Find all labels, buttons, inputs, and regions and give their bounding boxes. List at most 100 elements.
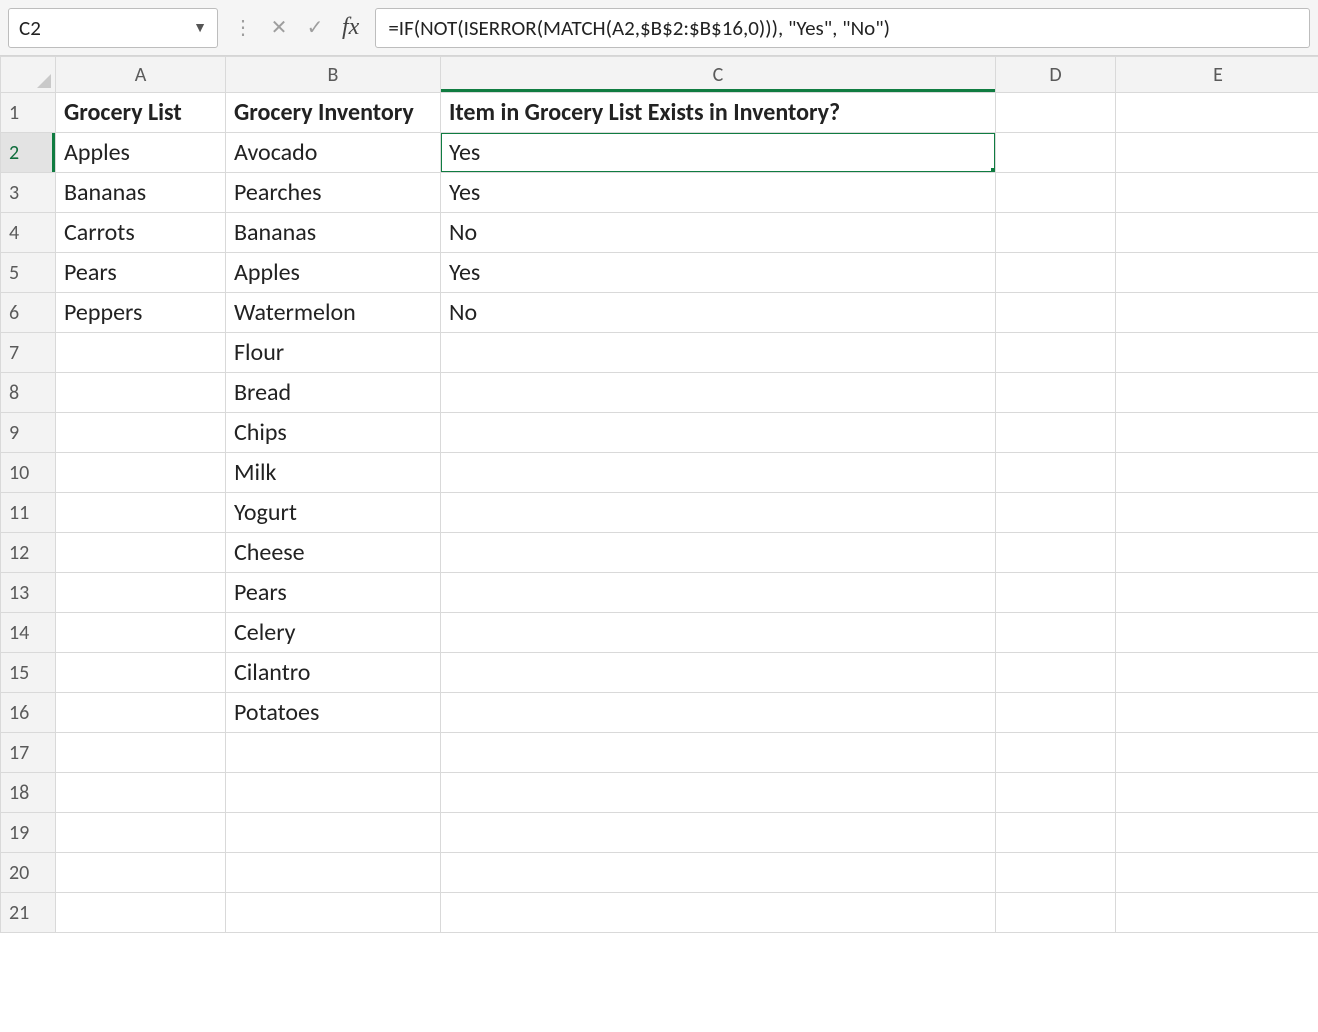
row-header-8[interactable]: 8 bbox=[1, 373, 56, 413]
row-header-18[interactable]: 18 bbox=[1, 773, 56, 813]
cell-B11[interactable]: Yogurt bbox=[226, 493, 441, 533]
row-header-1[interactable]: 1 bbox=[1, 93, 56, 133]
cell-B5[interactable]: Apples bbox=[226, 253, 441, 293]
cell-D1[interactable] bbox=[996, 93, 1116, 133]
grid[interactable]: A B C D E 1Grocery ListGrocery Inventory… bbox=[0, 56, 1318, 933]
cell-C2[interactable]: Yes bbox=[441, 133, 996, 173]
cell-C4[interactable]: No bbox=[441, 213, 996, 253]
cell-A7[interactable] bbox=[56, 333, 226, 373]
cell-E16[interactable] bbox=[1116, 693, 1318, 733]
cell-B6[interactable]: Watermelon bbox=[226, 293, 441, 333]
cell-B9[interactable]: Chips bbox=[226, 413, 441, 453]
cell-A10[interactable] bbox=[56, 453, 226, 493]
cell-B7[interactable]: Flour bbox=[226, 333, 441, 373]
cell-D5[interactable] bbox=[996, 253, 1116, 293]
formula-input[interactable]: =IF(NOT(ISERROR(MATCH(A2,$B$2:$B$16,0)))… bbox=[375, 8, 1310, 48]
cell-C6[interactable]: No bbox=[441, 293, 996, 333]
row-header-13[interactable]: 13 bbox=[1, 573, 56, 613]
cell-D4[interactable] bbox=[996, 213, 1116, 253]
cell-A13[interactable] bbox=[56, 573, 226, 613]
cell-E8[interactable] bbox=[1116, 373, 1318, 413]
cell-E14[interactable] bbox=[1116, 613, 1318, 653]
cell-C14[interactable] bbox=[441, 613, 996, 653]
cell-D13[interactable] bbox=[996, 573, 1116, 613]
cell-B2[interactable]: Avocado bbox=[226, 133, 441, 173]
cell-B14[interactable]: Celery bbox=[226, 613, 441, 653]
select-all-corner[interactable] bbox=[1, 57, 56, 93]
cell-C15[interactable] bbox=[441, 653, 996, 693]
cell-E19[interactable] bbox=[1116, 813, 1318, 853]
insert-function-button[interactable]: fx bbox=[338, 14, 363, 41]
cell-C3[interactable]: Yes bbox=[441, 173, 996, 213]
cell-C21[interactable] bbox=[441, 893, 996, 933]
cell-B15[interactable]: Cilantro bbox=[226, 653, 441, 693]
column-header-B[interactable]: B bbox=[226, 57, 441, 93]
cell-B10[interactable]: Milk bbox=[226, 453, 441, 493]
cell-A12[interactable] bbox=[56, 533, 226, 573]
cell-A6[interactable]: Peppers bbox=[56, 293, 226, 333]
cell-D6[interactable] bbox=[996, 293, 1116, 333]
row-header-14[interactable]: 14 bbox=[1, 613, 56, 653]
row-header-10[interactable]: 10 bbox=[1, 453, 56, 493]
row-header-4[interactable]: 4 bbox=[1, 213, 56, 253]
column-header-A[interactable]: A bbox=[56, 57, 226, 93]
cell-C12[interactable] bbox=[441, 533, 996, 573]
cell-C18[interactable] bbox=[441, 773, 996, 813]
row-header-7[interactable]: 7 bbox=[1, 333, 56, 373]
cell-D19[interactable] bbox=[996, 813, 1116, 853]
cell-D10[interactable] bbox=[996, 453, 1116, 493]
column-header-E[interactable]: E bbox=[1116, 57, 1318, 93]
cell-B20[interactable] bbox=[226, 853, 441, 893]
cell-B12[interactable]: Cheese bbox=[226, 533, 441, 573]
cell-D3[interactable] bbox=[996, 173, 1116, 213]
cell-A15[interactable] bbox=[56, 653, 226, 693]
cell-A14[interactable] bbox=[56, 613, 226, 653]
cell-B4[interactable]: Bananas bbox=[226, 213, 441, 253]
cell-C16[interactable] bbox=[441, 693, 996, 733]
cell-E10[interactable] bbox=[1116, 453, 1318, 493]
cell-E20[interactable] bbox=[1116, 853, 1318, 893]
row-header-15[interactable]: 15 bbox=[1, 653, 56, 693]
cell-C19[interactable] bbox=[441, 813, 996, 853]
cell-E12[interactable] bbox=[1116, 533, 1318, 573]
row-header-9[interactable]: 9 bbox=[1, 413, 56, 453]
cell-E9[interactable] bbox=[1116, 413, 1318, 453]
cell-A21[interactable] bbox=[56, 893, 226, 933]
cell-E21[interactable] bbox=[1116, 893, 1318, 933]
cell-C5[interactable]: Yes bbox=[441, 253, 996, 293]
row-header-16[interactable]: 16 bbox=[1, 693, 56, 733]
cell-B16[interactable]: Potatoes bbox=[226, 693, 441, 733]
cell-E5[interactable] bbox=[1116, 253, 1318, 293]
cell-D15[interactable] bbox=[996, 653, 1116, 693]
name-box[interactable]: C2 ▼ bbox=[8, 8, 218, 48]
cell-C10[interactable] bbox=[441, 453, 996, 493]
cell-E18[interactable] bbox=[1116, 773, 1318, 813]
cell-C17[interactable] bbox=[441, 733, 996, 773]
row-header-19[interactable]: 19 bbox=[1, 813, 56, 853]
cell-C9[interactable] bbox=[441, 413, 996, 453]
chevron-down-icon[interactable]: ▼ bbox=[193, 19, 207, 36]
row-header-3[interactable]: 3 bbox=[1, 173, 56, 213]
cell-E1[interactable] bbox=[1116, 93, 1318, 133]
cell-E7[interactable] bbox=[1116, 333, 1318, 373]
cell-E6[interactable] bbox=[1116, 293, 1318, 333]
row-header-11[interactable]: 11 bbox=[1, 493, 56, 533]
row-header-5[interactable]: 5 bbox=[1, 253, 56, 293]
cell-C11[interactable] bbox=[441, 493, 996, 533]
cell-E17[interactable] bbox=[1116, 733, 1318, 773]
cell-E13[interactable] bbox=[1116, 573, 1318, 613]
cell-B1[interactable]: Grocery Inventory bbox=[226, 93, 441, 133]
more-icon[interactable]: ⋮ bbox=[230, 15, 256, 40]
cell-E3[interactable] bbox=[1116, 173, 1318, 213]
cell-B19[interactable] bbox=[226, 813, 441, 853]
cell-D8[interactable] bbox=[996, 373, 1116, 413]
cell-D14[interactable] bbox=[996, 613, 1116, 653]
cell-A16[interactable] bbox=[56, 693, 226, 733]
cell-A8[interactable] bbox=[56, 373, 226, 413]
row-header-20[interactable]: 20 bbox=[1, 853, 56, 893]
cell-D20[interactable] bbox=[996, 853, 1116, 893]
cell-B18[interactable] bbox=[226, 773, 441, 813]
cell-D12[interactable] bbox=[996, 533, 1116, 573]
row-header-6[interactable]: 6 bbox=[1, 293, 56, 333]
cell-D17[interactable] bbox=[996, 733, 1116, 773]
